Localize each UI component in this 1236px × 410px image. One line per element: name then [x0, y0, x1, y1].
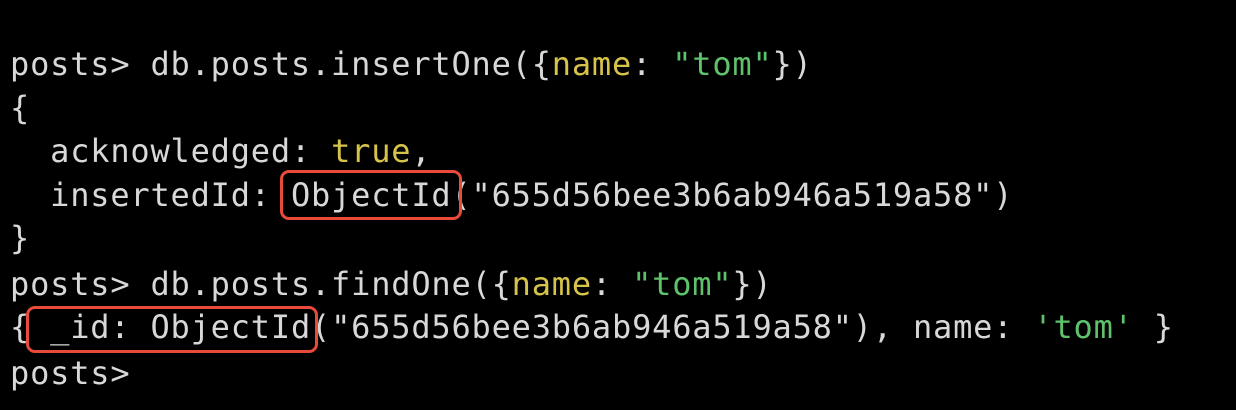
close-brace: } — [1133, 308, 1174, 346]
highlight-box-insertedid-objectid — [280, 170, 462, 220]
shell-prompt-current[interactable]: posts> — [10, 351, 150, 395]
output-close-brace: } — [10, 219, 31, 257]
output-insertedid-line: insertedId: ObjectId("655d56bee3b6ab946a… — [10, 173, 1013, 217]
shell-prompt: posts> — [10, 45, 151, 83]
highlight-box-id-objectid — [26, 306, 318, 353]
command-text: db.posts.insertOne({ — [150, 45, 552, 83]
string-value-tom: "tom" — [632, 265, 733, 303]
field-key-acknowledged: acknowledged — [50, 132, 291, 170]
shell-prompt: posts> — [10, 265, 151, 303]
colon: : — [290, 132, 332, 170]
field-key-name: name — [912, 308, 994, 346]
objectid-argument: ("655d56bee3b6ab946a519a58"), — [311, 308, 913, 346]
command-line-insert: posts> db.posts.insertOne({name: "tom"}) — [10, 42, 813, 86]
string-value-tom: "tom" — [672, 45, 773, 83]
colon: : — [632, 45, 673, 83]
field-key-name: name — [511, 265, 592, 303]
colon: : — [993, 308, 1034, 346]
command-close: }) — [772, 45, 813, 83]
command-line-find: posts> db.posts.findOne({name: "tom"}) — [10, 262, 773, 306]
comma: , — [411, 132, 432, 170]
objectid-argument: ("655d56bee3b6ab946a519a58") — [451, 176, 1014, 214]
output-open-brace: { — [10, 89, 31, 127]
command-text: db.posts.findOne({ — [150, 265, 512, 303]
command-close: }) — [732, 265, 773, 303]
boolean-value-true: true — [331, 132, 412, 170]
field-key-name: name — [551, 45, 633, 83]
field-key-insertedid: insertedId — [50, 176, 251, 214]
terminal-window[interactable]: posts> db.posts.insertOne({name: "tom"})… — [0, 0, 1236, 410]
string-value-tom: 'tom' — [1033, 308, 1134, 346]
shell-prompt: posts> — [10, 354, 151, 392]
colon: : — [591, 265, 633, 303]
output-acknowledged-line: acknowledged: true, — [10, 129, 431, 173]
